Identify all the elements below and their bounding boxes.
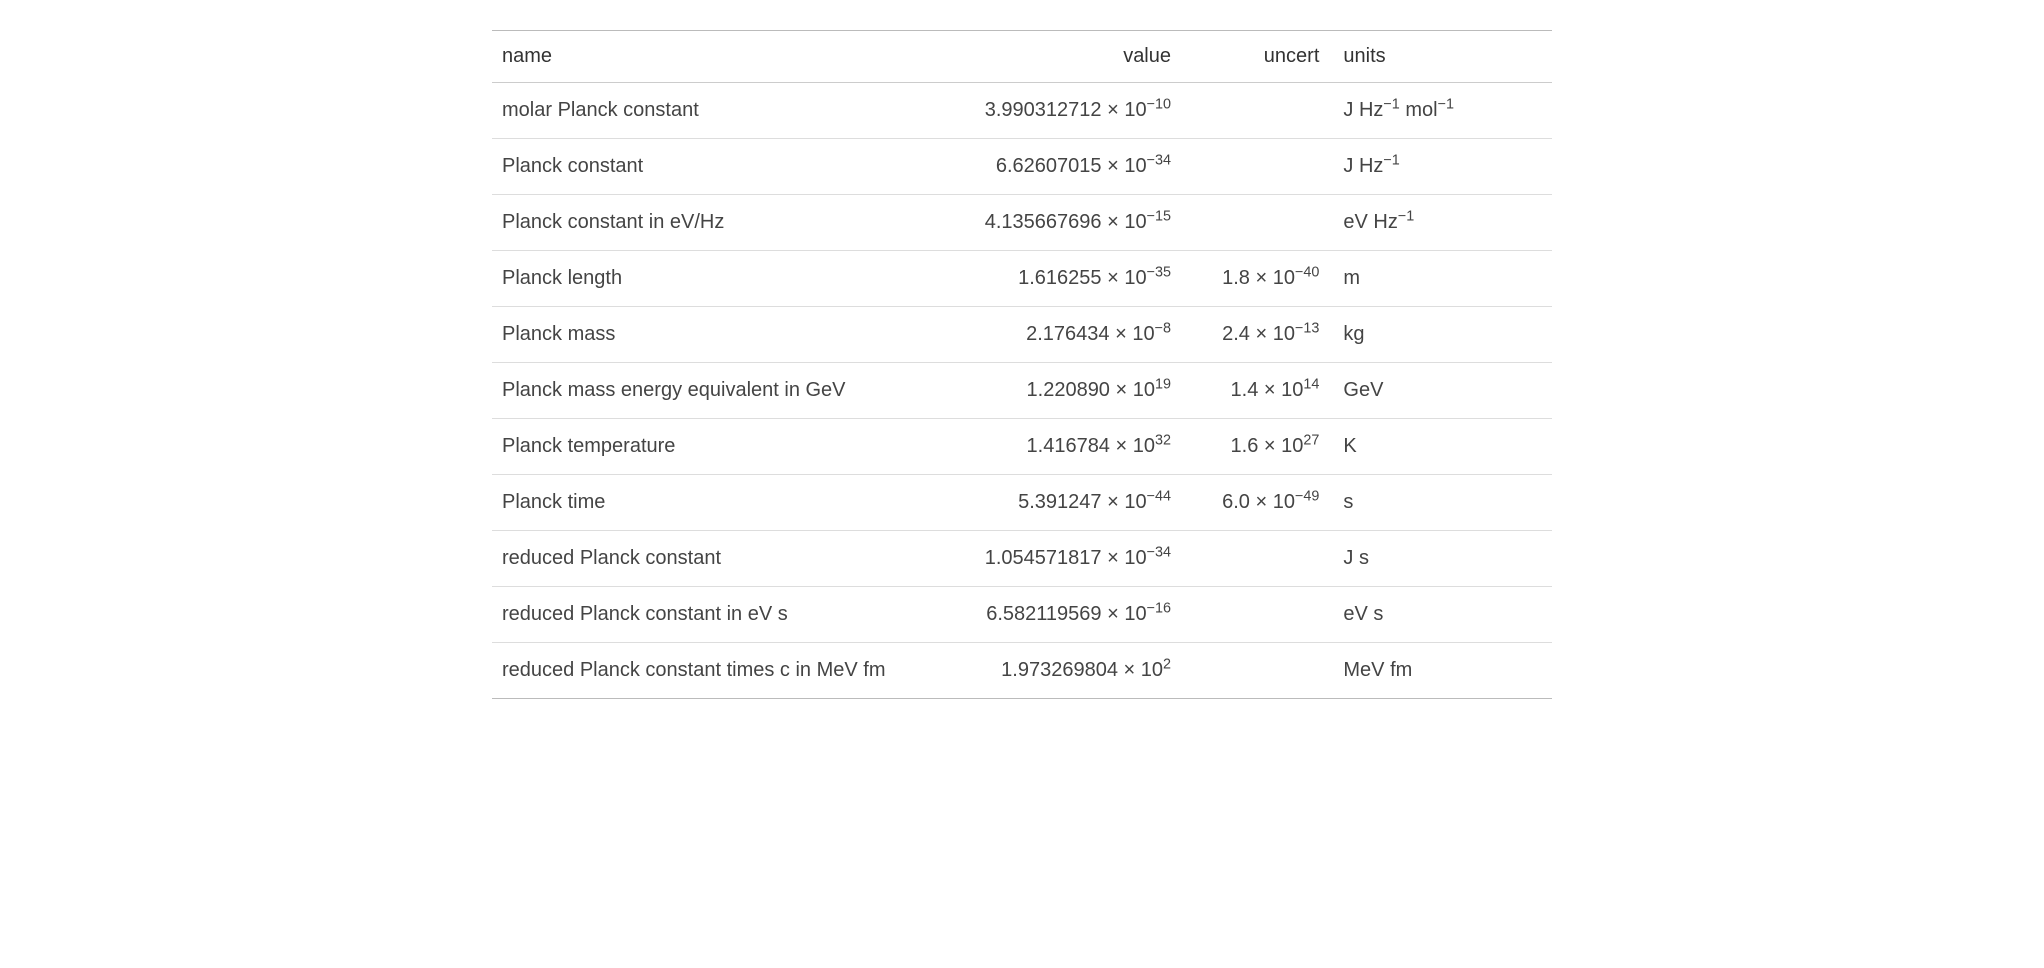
cell-name: Planck mass (492, 307, 916, 363)
value-mantissa: 1.054571817 × 10 (985, 547, 1147, 569)
value-exponent: 32 (1155, 432, 1171, 448)
cell-uncert: 1.6 × 1027 (1181, 419, 1329, 475)
value-mantissa: 4.135667696 × 10 (985, 211, 1147, 233)
cell-value: 6.582119569 × 10−16 (916, 587, 1181, 643)
cell-name: molar Planck constant (492, 83, 916, 139)
table-row: Planck temperature1.416784 × 10321.6 × 1… (492, 419, 1552, 475)
cell-uncert (1181, 195, 1329, 251)
cell-units: s (1329, 475, 1552, 531)
cell-value: 4.135667696 × 10−15 (916, 195, 1181, 251)
value-exponent: −34 (1147, 152, 1171, 168)
cell-uncert: 2.4 × 10−13 (1181, 307, 1329, 363)
cell-units: J s (1329, 531, 1552, 587)
cell-units: J Hz−1 (1329, 139, 1552, 195)
cell-name: Planck constant (492, 139, 916, 195)
value-exponent: −44 (1147, 488, 1171, 504)
value-mantissa: 1.416784 × 10 (1027, 435, 1155, 457)
uncert-exponent: −49 (1295, 488, 1319, 504)
header-uncert: uncert (1181, 31, 1329, 83)
value-exponent: −35 (1147, 264, 1171, 280)
uncert-exponent: 14 (1303, 376, 1319, 392)
uncert-mantissa: 1.6 × 10 (1231, 435, 1304, 457)
cell-value: 5.391247 × 10−44 (916, 475, 1181, 531)
cell-uncert (1181, 587, 1329, 643)
cell-value: 1.054571817 × 10−34 (916, 531, 1181, 587)
header-row: name value uncert units (492, 31, 1552, 83)
uncert-mantissa: 6.0 × 10 (1222, 491, 1295, 513)
table-row: Planck mass2.176434 × 10−82.4 × 10−13kg (492, 307, 1552, 363)
cell-units: MeV fm (1329, 643, 1552, 699)
cell-name: Planck time (492, 475, 916, 531)
header-name: name (492, 31, 916, 83)
value-mantissa: 1.616255 × 10 (1018, 267, 1146, 289)
value-exponent: −10 (1147, 96, 1171, 112)
cell-units: GeV (1329, 363, 1552, 419)
uncert-exponent: −13 (1295, 320, 1319, 336)
uncert-mantissa: 1.8 × 10 (1222, 267, 1295, 289)
uncert-mantissa: 1.4 × 10 (1231, 379, 1304, 401)
cell-uncert (1181, 139, 1329, 195)
table-row: Planck mass energy equivalent in GeV1.22… (492, 363, 1552, 419)
cell-units: eV s (1329, 587, 1552, 643)
cell-units: eV Hz−1 (1329, 195, 1552, 251)
table-row: reduced Planck constant times c in MeV f… (492, 643, 1552, 699)
cell-uncert (1181, 83, 1329, 139)
cell-name: reduced Planck constant (492, 531, 916, 587)
cell-units: K (1329, 419, 1552, 475)
value-mantissa: 3.990312712 × 10 (985, 99, 1147, 121)
cell-uncert: 1.4 × 1014 (1181, 363, 1329, 419)
value-mantissa: 6.582119569 × 10 (986, 603, 1146, 625)
table-row: Planck constant6.62607015 × 10−34J Hz−1 (492, 139, 1552, 195)
cell-value: 1.220890 × 1019 (916, 363, 1181, 419)
cell-name: Planck mass energy equivalent in GeV (492, 363, 916, 419)
value-exponent: −8 (1155, 320, 1171, 336)
table-row: reduced Planck constant in eV s6.5821195… (492, 587, 1552, 643)
value-mantissa: 5.391247 × 10 (1018, 491, 1146, 513)
table-row: Planck length1.616255 × 10−351.8 × 10−40… (492, 251, 1552, 307)
value-mantissa: 1.973269804 × 10 (1001, 659, 1163, 681)
cell-uncert: 6.0 × 10−49 (1181, 475, 1329, 531)
header-units: units (1329, 31, 1552, 83)
cell-name: Planck temperature (492, 419, 916, 475)
table-row: Planck time5.391247 × 10−446.0 × 10−49s (492, 475, 1552, 531)
uncert-exponent: −40 (1295, 264, 1319, 280)
value-exponent: −16 (1147, 600, 1171, 616)
header-value: value (916, 31, 1181, 83)
cell-units: J Hz−1 mol−1 (1329, 83, 1552, 139)
value-mantissa: 6.62607015 × 10 (996, 155, 1147, 177)
cell-name: reduced Planck constant in eV s (492, 587, 916, 643)
cell-uncert (1181, 531, 1329, 587)
table-body: molar Planck constant3.990312712 × 10−10… (492, 83, 1552, 699)
cell-value: 2.176434 × 10−8 (916, 307, 1181, 363)
value-mantissa: 1.220890 × 10 (1027, 379, 1155, 401)
value-exponent: 2 (1163, 656, 1171, 672)
cell-name: Planck constant in eV/Hz (492, 195, 916, 251)
cell-value: 1.973269804 × 102 (916, 643, 1181, 699)
cell-uncert (1181, 643, 1329, 699)
cell-value: 6.62607015 × 10−34 (916, 139, 1181, 195)
value-exponent: −15 (1147, 208, 1171, 224)
uncert-mantissa: 2.4 × 10 (1222, 323, 1295, 345)
value-exponent: −34 (1147, 544, 1171, 560)
uncert-exponent: 27 (1303, 432, 1319, 448)
value-mantissa: 2.176434 × 10 (1026, 323, 1154, 345)
value-exponent: 19 (1155, 376, 1171, 392)
table-row: reduced Planck constant1.054571817 × 10−… (492, 531, 1552, 587)
cell-units: kg (1329, 307, 1552, 363)
cell-value: 1.416784 × 1032 (916, 419, 1181, 475)
cell-value: 3.990312712 × 10−10 (916, 83, 1181, 139)
cell-uncert: 1.8 × 10−40 (1181, 251, 1329, 307)
constants-table-container: name value uncert units molar Planck con… (492, 30, 1552, 699)
table-row: Planck constant in eV/Hz4.135667696 × 10… (492, 195, 1552, 251)
constants-table: name value uncert units molar Planck con… (492, 30, 1552, 699)
cell-value: 1.616255 × 10−35 (916, 251, 1181, 307)
cell-name: reduced Planck constant times c in MeV f… (492, 643, 916, 699)
table-row: molar Planck constant3.990312712 × 10−10… (492, 83, 1552, 139)
cell-name: Planck length (492, 251, 916, 307)
cell-units: m (1329, 251, 1552, 307)
